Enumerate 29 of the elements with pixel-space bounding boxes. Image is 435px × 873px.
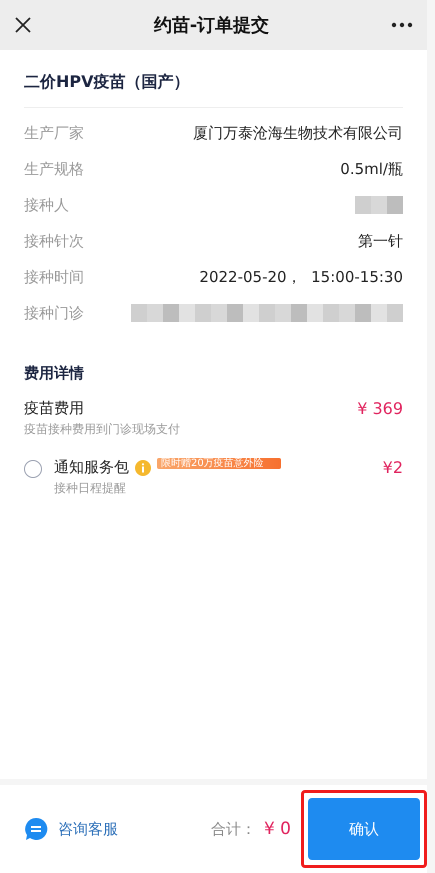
more-button[interactable] (390, 22, 413, 28)
chat-icon (24, 817, 48, 841)
page-title: 约苗-订单提交 (154, 14, 270, 37)
detail-label: 接种针次 (24, 232, 84, 250)
detail-label: 接种时间 (24, 268, 84, 286)
blurred-value (355, 196, 403, 214)
detail-value: 2022-05-20， 15:00-15:30 (199, 268, 403, 286)
service-label: 通知服务包 (54, 458, 129, 477)
fee-amount: ¥ 369 (357, 399, 403, 418)
vaccine-name: 二价HPV疫苗（国产） (24, 50, 403, 108)
detail-value: 第一针 (358, 232, 403, 250)
detail-label: 接种人 (24, 196, 69, 214)
radio-button[interactable] (24, 460, 42, 478)
fee-note: 疫苗接种费用到门诊现场支付 (24, 421, 180, 438)
detail-value: 厦门万泰沧海生物技术有限公司 (193, 124, 403, 142)
detail-label: 生产规格 (24, 160, 84, 178)
promo-badge: 限时赠20万疫苗意外险 (157, 458, 281, 469)
customer-service-link[interactable]: 咨询客服 (24, 817, 118, 841)
service-amount: ¥2 (382, 458, 403, 477)
detail-label: 生产厂家 (24, 124, 84, 142)
fee-label: 疫苗费用 (24, 399, 85, 418)
total-amount: ¥ 0 (264, 819, 291, 839)
confirm-button[interactable]: 确认 (308, 798, 420, 860)
section-title: 费用详情 (24, 364, 85, 383)
service-note: 接种日程提醒 (54, 480, 127, 497)
total-label: 合计： (210, 820, 256, 838)
detail-value: 0.5ml/瓶 (340, 160, 403, 178)
close-button[interactable] (14, 16, 32, 34)
detail-label: 接种门诊 (24, 304, 84, 322)
